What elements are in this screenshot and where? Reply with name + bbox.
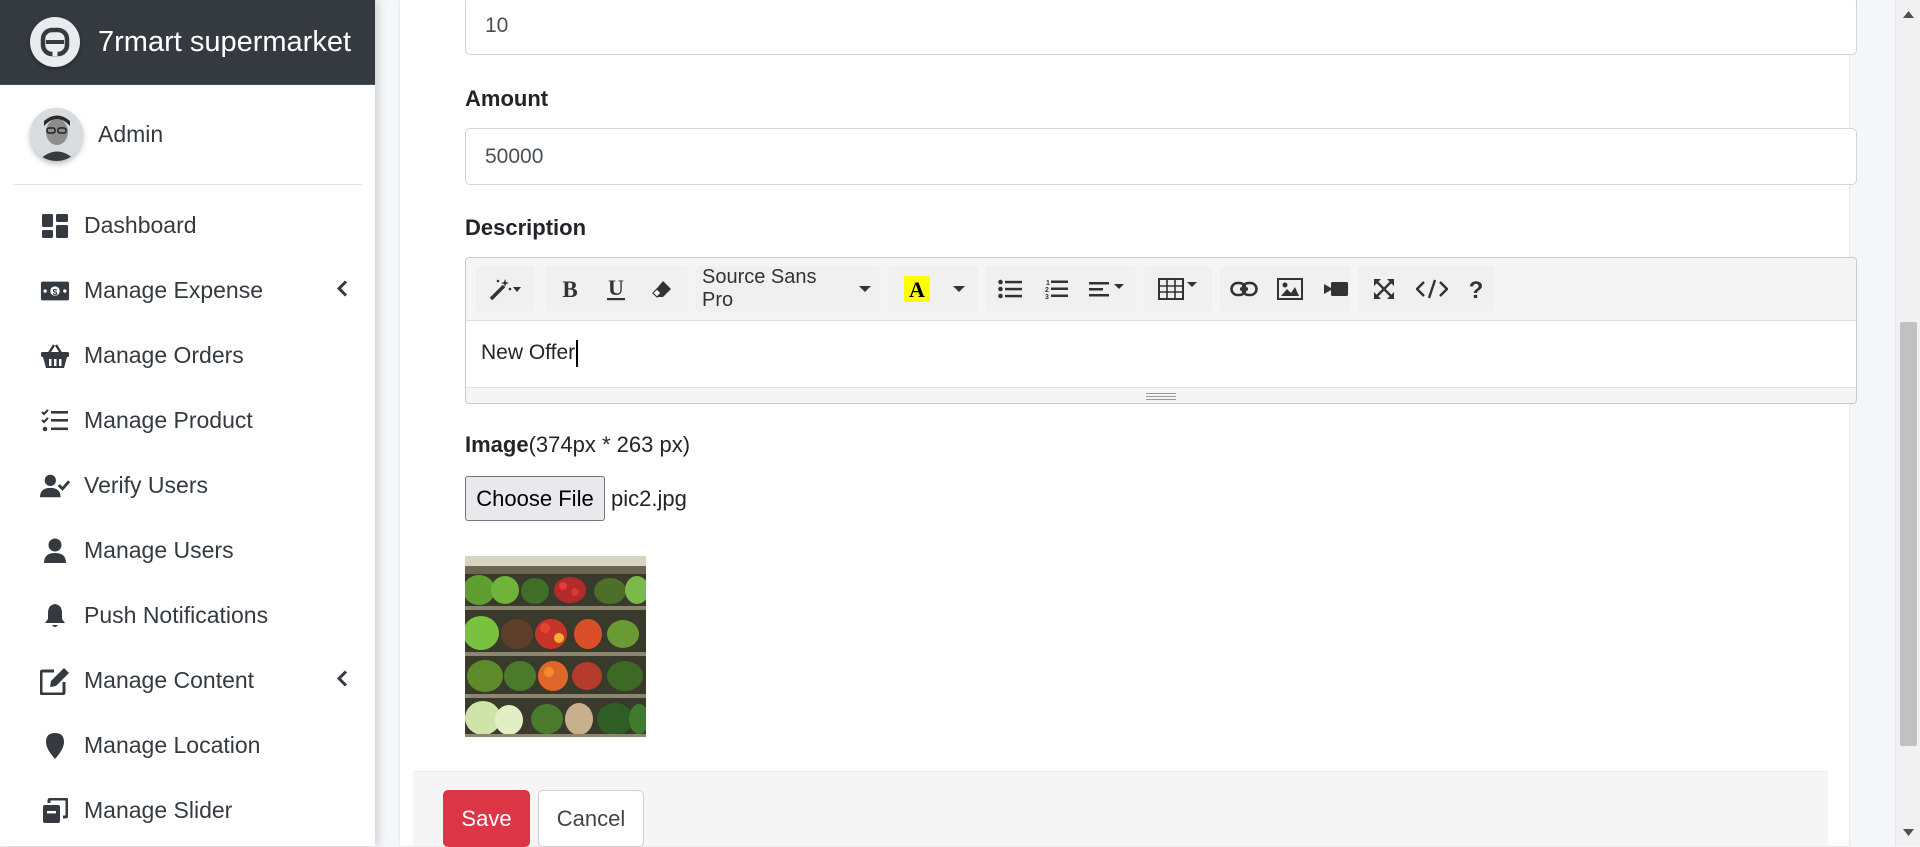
form-footer: Save Cancel bbox=[413, 771, 1828, 847]
editor-resize-handle[interactable] bbox=[466, 387, 1856, 403]
brand-link[interactable]: 7rmart supermarket bbox=[0, 0, 375, 85]
editor-content[interactable]: New Offer bbox=[466, 321, 1856, 387]
svg-text:3: 3 bbox=[1045, 294, 1049, 300]
sidebar-item-manage-users[interactable]: Manage Users bbox=[0, 518, 375, 583]
sidebar-item-manage-product[interactable]: Manage Product bbox=[0, 388, 375, 453]
eraser-icon[interactable] bbox=[642, 266, 682, 312]
magic-wand-icon[interactable] bbox=[480, 266, 530, 312]
sidebar-item-label: Manage Content bbox=[84, 667, 255, 693]
picture-icon[interactable] bbox=[1270, 266, 1310, 312]
quantity-field[interactable]: 10 bbox=[465, 0, 1857, 55]
sidebar-item-manage-orders[interactable]: Manage Orders bbox=[0, 323, 375, 388]
sidebar-item-manage-location[interactable]: Manage Location bbox=[0, 713, 375, 778]
avatar[interactable] bbox=[30, 108, 83, 161]
svg-text:?: ? bbox=[1469, 277, 1484, 301]
svg-text:$: $ bbox=[53, 286, 58, 296]
editor-toolbar: B U Source Sans Pro A 1 2 3 ? bbox=[466, 258, 1856, 321]
sidebar-item-label: Push Notifications bbox=[84, 602, 269, 628]
editor-text: New Offer bbox=[481, 341, 576, 365]
scrollbar-thumb[interactable] bbox=[1900, 322, 1917, 746]
image-label-title: Image bbox=[465, 432, 529, 457]
sidebar-nav: Dashboard $ Manage Expense Manage Orders… bbox=[0, 193, 375, 843]
svg-text:U: U bbox=[608, 276, 624, 300]
sidebar-item-label: Manage Slider bbox=[84, 797, 233, 823]
unordered-list-icon[interactable] bbox=[990, 266, 1030, 312]
main-content: 10 Amount 50000 Description B U Source S… bbox=[375, 0, 1895, 847]
save-button[interactable]: Save bbox=[443, 790, 530, 847]
underline-icon[interactable]: U bbox=[596, 266, 636, 312]
user-icon bbox=[40, 536, 70, 566]
font-family-dropdown[interactable]: Source Sans Pro bbox=[702, 266, 872, 312]
chevron-left-icon bbox=[336, 279, 348, 302]
sidebar-item-label: Manage Product bbox=[84, 407, 253, 433]
dashboard-icon bbox=[40, 211, 70, 241]
amount-field[interactable]: 50000 bbox=[465, 128, 1857, 185]
clone-icon bbox=[40, 796, 70, 826]
sidebar-item-dashboard[interactable]: Dashboard bbox=[0, 193, 375, 258]
svg-text:2: 2 bbox=[1045, 287, 1049, 294]
user-panel: Admin bbox=[13, 85, 362, 185]
brand-text: 7rmart supermarket bbox=[98, 25, 352, 58]
amount-label: Amount bbox=[465, 86, 549, 111]
sidebar: 7rmart supermarket Admin Dashboard $ Man… bbox=[0, 0, 375, 846]
sidebar-item-verify-users[interactable]: Verify Users bbox=[0, 453, 375, 518]
sidebar-item-label: Manage Expense bbox=[84, 277, 264, 303]
table-icon[interactable] bbox=[1148, 266, 1208, 312]
code-view-icon[interactable] bbox=[1410, 266, 1454, 312]
svg-text:B: B bbox=[562, 278, 577, 300]
cancel-button[interactable]: Cancel bbox=[538, 790, 644, 847]
paragraph-align-icon[interactable] bbox=[1082, 266, 1132, 312]
sidebar-item-label: Dashboard bbox=[84, 212, 197, 238]
brand-logo-icon bbox=[30, 17, 80, 67]
user-check-icon bbox=[40, 471, 70, 501]
help-icon[interactable]: ? bbox=[1456, 266, 1496, 312]
svg-text:A: A bbox=[909, 277, 925, 302]
page-scrollbar[interactable] bbox=[1895, 0, 1920, 846]
selected-file-name: pic2.jpg bbox=[611, 486, 687, 511]
basket-icon bbox=[40, 341, 70, 371]
link-icon[interactable] bbox=[1224, 266, 1264, 312]
svg-text:1: 1 bbox=[1046, 280, 1050, 287]
highlight-color-icon[interactable]: A bbox=[892, 266, 942, 312]
bold-icon[interactable]: B bbox=[550, 266, 590, 312]
fullscreen-icon[interactable] bbox=[1364, 266, 1404, 312]
sidebar-item-manage-slider[interactable]: Manage Slider bbox=[0, 778, 375, 843]
grip-icon bbox=[1146, 392, 1176, 400]
text-caret bbox=[576, 340, 579, 367]
bell-icon bbox=[40, 601, 70, 631]
sidebar-item-push-notifications[interactable]: Push Notifications bbox=[0, 583, 375, 648]
sidebar-item-label: Manage Users bbox=[84, 537, 234, 563]
chevron-left-icon bbox=[336, 669, 348, 692]
form-card: 10 Amount 50000 Description B U Source S… bbox=[400, 0, 1857, 847]
description-label: Description bbox=[465, 215, 587, 240]
map-marker-icon bbox=[40, 731, 70, 761]
money-bill-icon: $ bbox=[40, 276, 70, 306]
choose-file-button[interactable]: Choose File bbox=[465, 476, 605, 521]
sidebar-item-label: Verify Users bbox=[84, 472, 208, 498]
image-preview bbox=[465, 556, 646, 737]
sidebar-item-label: Manage Location bbox=[84, 732, 261, 758]
image-size-hint: (374px * 263 px) bbox=[528, 432, 691, 457]
font-family-label: Source Sans Pro bbox=[702, 266, 817, 311]
sidebar-item-manage-expense[interactable]: $ Manage Expense bbox=[0, 258, 375, 323]
scroll-down-arrow-icon[interactable] bbox=[1903, 823, 1914, 841]
description-editor: B U Source Sans Pro A 1 2 3 ? New Offer bbox=[465, 257, 1857, 404]
sidebar-item-manage-content[interactable]: Manage Content bbox=[0, 648, 375, 713]
color-dropdown-icon[interactable] bbox=[944, 266, 974, 312]
image-label: Image(374px * 263 px) bbox=[465, 432, 690, 458]
caret-down-icon bbox=[859, 286, 872, 292]
tasks-list-icon bbox=[40, 406, 70, 436]
edit-icon bbox=[40, 666, 70, 696]
user-name[interactable]: Admin bbox=[98, 121, 163, 148]
ordered-list-icon[interactable]: 123 bbox=[1036, 266, 1076, 312]
scroll-up-arrow-icon[interactable] bbox=[1903, 5, 1914, 23]
sidebar-item-label: Manage Orders bbox=[84, 342, 244, 368]
video-icon[interactable] bbox=[1316, 266, 1356, 312]
